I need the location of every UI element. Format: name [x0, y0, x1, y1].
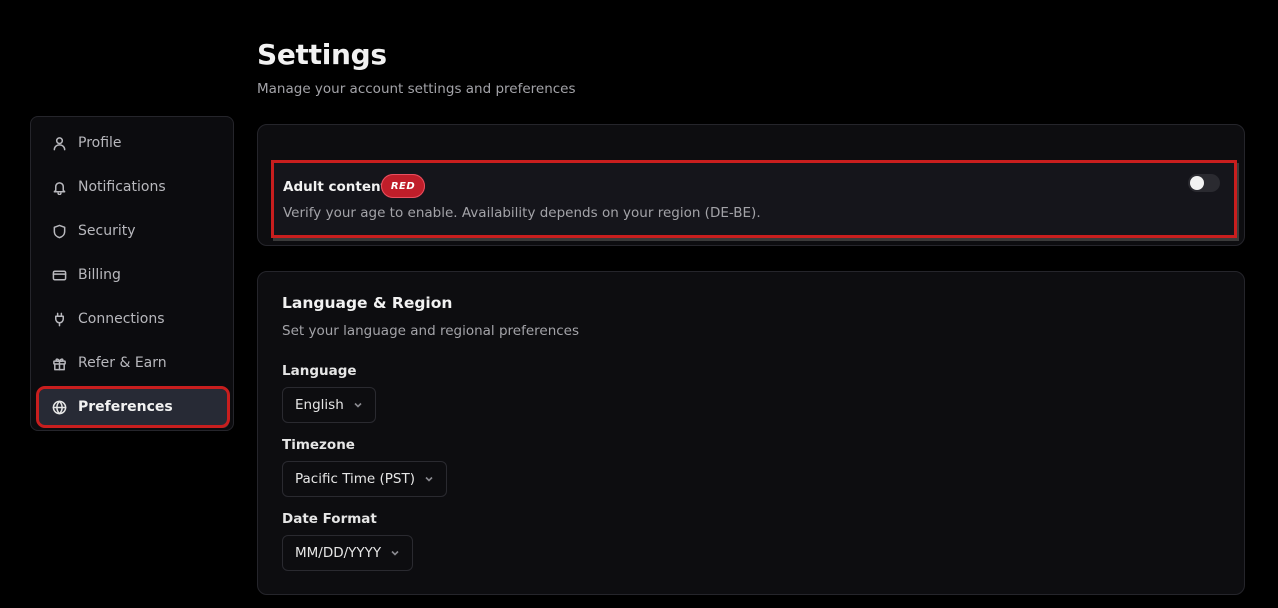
date-format-value: MM/DD/YYYY: [295, 545, 382, 561]
sidebar-item-refer-earn[interactable]: Refer & Earn: [39, 345, 227, 381]
sidebar-item-label: Profile: [78, 135, 122, 151]
sidebar-item-billing[interactable]: Billing: [39, 257, 227, 293]
page-subtitle: Manage your account settings and prefere…: [257, 81, 576, 97]
adult-content-toggle[interactable]: [1188, 174, 1220, 192]
user-icon: [51, 135, 67, 151]
adult-content-row: Adult content RED Verify your age to ena…: [271, 160, 1237, 238]
language-value: English: [295, 397, 344, 413]
toggle-knob: [1190, 176, 1204, 190]
sidebar-item-label: Billing: [78, 267, 121, 283]
language-label: Language: [282, 363, 357, 379]
language-select[interactable]: English: [282, 387, 376, 423]
chevron-down-icon: [424, 474, 434, 484]
bell-icon: [51, 179, 67, 195]
sidebar-item-label: Notifications: [78, 179, 166, 195]
settings-page: Settings Manage your account settings an…: [0, 0, 1278, 608]
chevron-down-icon: [390, 548, 400, 558]
gift-icon: [51, 355, 67, 371]
date-format-label: Date Format: [282, 511, 377, 527]
globe-icon: [51, 399, 67, 415]
sidebar-item-notifications[interactable]: Notifications: [39, 169, 227, 205]
adult-content-title: Adult content: [283, 179, 388, 195]
plug-icon: [51, 311, 67, 327]
page-title: Settings: [257, 38, 387, 71]
sidebar-item-security[interactable]: Security: [39, 213, 227, 249]
settings-sidebar: Profile Notifications Security Billing C…: [30, 116, 234, 431]
chevron-down-icon: [353, 400, 363, 410]
language-region-card: Language & Region Set your language and …: [257, 271, 1245, 595]
section-title: Language & Region: [282, 294, 453, 312]
timezone-label: Timezone: [282, 437, 355, 453]
timezone-value: Pacific Time (PST): [295, 471, 416, 487]
red-badge: RED: [381, 174, 425, 198]
sidebar-item-label: Security: [78, 223, 136, 239]
date-format-select[interactable]: MM/DD/YYYY: [282, 535, 414, 571]
timezone-select[interactable]: Pacific Time (PST): [282, 461, 448, 497]
sidebar-item-profile[interactable]: Profile: [39, 125, 227, 161]
credit-card-icon: [51, 267, 67, 283]
adult-content-description: Verify your age to enable. Availability …: [283, 205, 761, 221]
shield-icon: [51, 223, 67, 239]
sidebar-item-label: Connections: [78, 311, 165, 327]
section-subtitle: Set your language and regional preferenc…: [282, 323, 580, 339]
sidebar-item-connections[interactable]: Connections: [39, 301, 227, 337]
sidebar-item-label: Refer & Earn: [78, 355, 167, 371]
sidebar-item-preferences[interactable]: Preferences: [36, 386, 230, 428]
sidebar-item-label: Preferences: [78, 399, 173, 415]
